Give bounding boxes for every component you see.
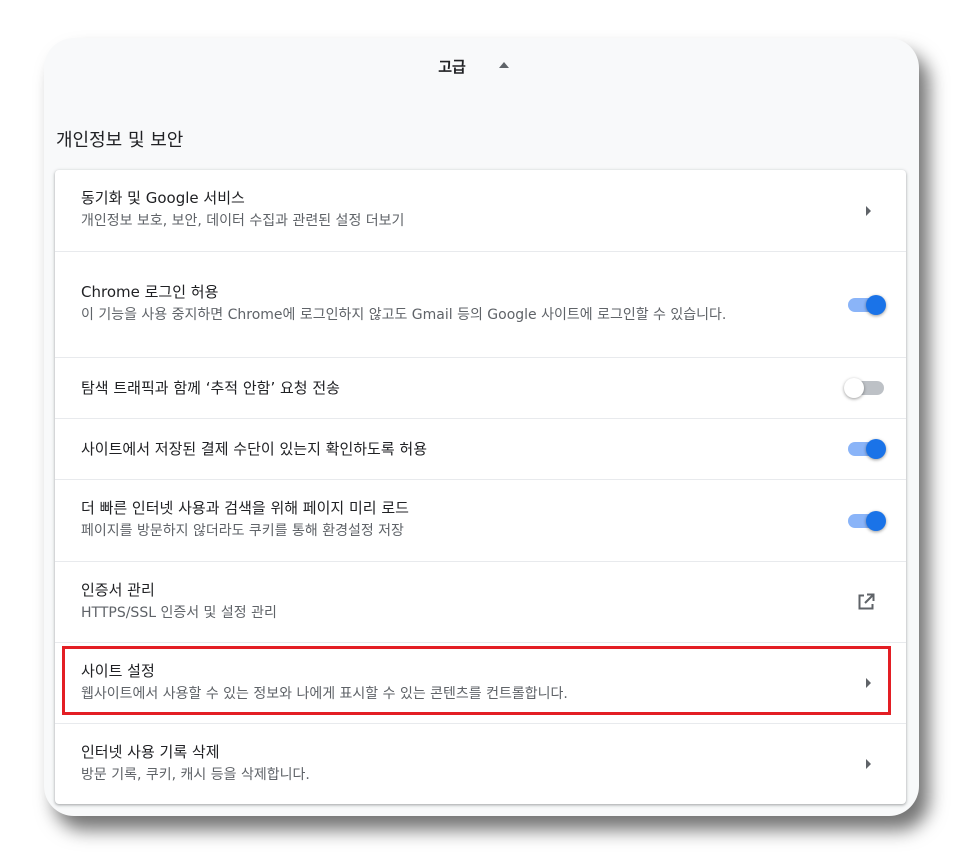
row-control bbox=[826, 358, 906, 418]
row-subtitle: HTTPS/SSL 인증서 및 설정 관리 bbox=[81, 604, 277, 621]
row-title: 동기화 및 Google 서비스 bbox=[81, 189, 245, 207]
settings-panel: 고급 개인정보 및 보안 동기화 및 Google 서비스 개인정보 보호, 보… bbox=[44, 38, 919, 816]
row-control bbox=[826, 562, 906, 642]
row-do-not-track[interactable]: 탐색 트래픽과 함께 ‘추적 안함’ 요청 전송 bbox=[55, 357, 906, 418]
row-sync-google-services[interactable]: 동기화 및 Google 서비스 개인정보 보호, 보안, 데이터 수집과 관련… bbox=[55, 170, 906, 251]
row-preload-pages[interactable]: 더 빠른 인터넷 사용과 검색을 위해 페이지 미리 로드 페이지를 방문하지 … bbox=[55, 479, 906, 561]
advanced-toggle[interactable]: 고급 bbox=[44, 38, 919, 94]
privacy-security-card: 동기화 및 Google 서비스 개인정보 보호, 보안, 데이터 수집과 관련… bbox=[55, 170, 906, 804]
caret-up-icon bbox=[498, 62, 509, 68]
row-title: 더 빠른 인터넷 사용과 검색을 위해 페이지 미리 로드 bbox=[81, 499, 409, 517]
chevron-right-icon[interactable] bbox=[865, 205, 871, 216]
row-title: 인터넷 사용 기록 삭제 bbox=[81, 742, 220, 761]
toggle-switch-on[interactable] bbox=[848, 439, 886, 459]
row-control bbox=[826, 480, 906, 561]
row-control bbox=[826, 724, 906, 804]
toggle-knob bbox=[866, 294, 886, 315]
row-control bbox=[826, 170, 906, 251]
row-title: 사이트에서 저장된 결제 수단이 있는지 확인하도록 허용 bbox=[81, 440, 428, 458]
chevron-right-icon[interactable] bbox=[865, 678, 871, 688]
row-title: 사이트 설정 bbox=[81, 661, 155, 680]
toggle-switch-on[interactable] bbox=[848, 510, 886, 531]
row-subtitle: 방문 기록, 쿠키, 캐시 등을 삭제합니다. bbox=[81, 766, 310, 783]
section-title: 개인정보 및 보안 bbox=[56, 130, 184, 151]
row-clear-browsing-data[interactable]: 인터넷 사용 기록 삭제 방문 기록, 쿠키, 캐시 등을 삭제합니다. bbox=[55, 723, 906, 804]
open-in-new-icon[interactable] bbox=[856, 592, 876, 612]
row-subtitle: 이 기능을 사용 중지하면 Chrome에 로그인하지 않고도 Gmail 등의… bbox=[81, 307, 727, 323]
row-subtitle: 페이지를 방문하지 않더라도 쿠키를 통해 환경설정 저장 bbox=[81, 523, 404, 539]
row-control bbox=[826, 419, 906, 479]
row-site-settings[interactable]: 사이트 설정 웹사이트에서 사용할 수 있는 정보와 나에게 표시할 수 있는 … bbox=[55, 642, 906, 723]
row-subtitle: 개인정보 보호, 보안, 데이터 수집과 관련된 설정 더보기 bbox=[81, 213, 405, 229]
toggle-knob bbox=[844, 378, 864, 398]
advanced-label: 고급 bbox=[438, 57, 466, 76]
row-chrome-sign-in[interactable]: Chrome 로그인 허용 이 기능을 사용 중지하면 Chrome에 로그인하… bbox=[55, 251, 906, 357]
row-manage-certificates[interactable]: 인증서 관리 HTTPS/SSL 인증서 및 설정 관리 bbox=[55, 561, 906, 642]
row-title: 인증서 관리 bbox=[81, 580, 155, 599]
row-title: Chrome 로그인 허용 bbox=[81, 283, 219, 301]
toggle-switch-on[interactable] bbox=[848, 294, 886, 315]
toggle-switch-off[interactable] bbox=[844, 378, 884, 398]
row-title: 탐색 트래픽과 함께 ‘추적 안함’ 요청 전송 bbox=[81, 379, 340, 397]
toggle-knob bbox=[866, 510, 886, 531]
toggle-knob bbox=[866, 439, 886, 459]
screenshot-stage: 고급 개인정보 및 보안 동기화 및 Google 서비스 개인정보 보호, 보… bbox=[0, 0, 971, 857]
row-subtitle: 웹사이트에서 사용할 수 있는 정보와 나에게 표시할 수 있는 콘텐츠를 컨트… bbox=[81, 685, 568, 702]
row-control bbox=[826, 643, 906, 723]
row-control bbox=[826, 252, 906, 357]
chevron-right-icon[interactable] bbox=[865, 759, 871, 769]
row-payment-methods[interactable]: 사이트에서 저장된 결제 수단이 있는지 확인하도록 허용 bbox=[55, 418, 906, 479]
